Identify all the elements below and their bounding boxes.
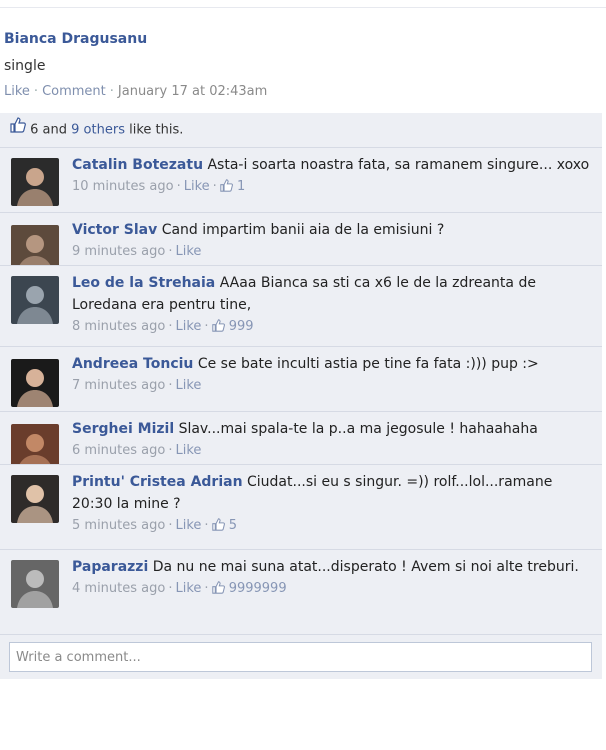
thumbs-up-icon [220, 179, 233, 192]
comment-timestamp[interactable]: 5 minutes ago [72, 518, 165, 533]
likes-count: 6 and [30, 122, 68, 138]
like-link[interactable]: Like [4, 84, 30, 99]
comment-item: Catalin Botezatu Asta-i soarta noastra f… [0, 147, 602, 212]
separator: · [168, 443, 173, 458]
comment-like-link[interactable]: Like [184, 179, 210, 194]
comment-timestamp[interactable]: 4 minutes ago [72, 581, 165, 596]
thumbs-up-icon [10, 113, 26, 147]
comment-author[interactable]: Victor Slav [72, 222, 157, 238]
thumbs-up-icon [211, 581, 225, 594]
comment-author[interactable]: Serghei Mizil [72, 421, 174, 437]
comment-author[interactable]: Leo de la Strehaia [72, 275, 215, 291]
comment-timestamp[interactable]: 6 minutes ago [72, 443, 165, 458]
comment-like-count[interactable]: 9999999 [211, 581, 287, 596]
separator: · [168, 518, 173, 533]
separator: · [212, 179, 217, 194]
like-count-value: 999 [228, 319, 254, 334]
top-divider [0, 7, 606, 8]
separator: · [168, 378, 173, 393]
comment-text: Asta-i soarta noastra fata, sa ramanem s… [207, 157, 590, 173]
comment-meta: 6 minutes ago · Like [72, 440, 592, 462]
comment-author[interactable]: Paparazzi [72, 559, 148, 575]
like-count-value: 1 [236, 179, 246, 194]
thumbs-up-icon [211, 319, 225, 332]
comment-meta: 5 minutes ago · Like · 5 [72, 515, 592, 537]
comment-item: Leo de la Strehaia AAaa Bianca sa sti ca… [0, 265, 602, 346]
comment-like-count[interactable]: 5 [211, 518, 237, 533]
post-author[interactable]: Bianca Dragusanu [4, 31, 147, 47]
composer [0, 634, 602, 679]
comment-like-link[interactable]: Like [175, 244, 201, 259]
likes-others-link[interactable]: 9 others [71, 123, 125, 138]
comment-item: Victor Slav Cand impartim banii aia de l… [0, 212, 602, 273]
comment-author[interactable]: Printu' Cristea Adrian [72, 474, 243, 490]
comment-author[interactable]: Catalin Botezatu [72, 157, 203, 173]
comment-timestamp[interactable]: 7 minutes ago [72, 378, 165, 393]
comment-link[interactable]: Comment [42, 84, 106, 99]
comment-item: Andreea Tonciu Ce se bate inculti astia … [0, 346, 602, 411]
avatar[interactable] [11, 475, 59, 523]
separator: · [33, 84, 39, 99]
separator: · [204, 319, 209, 334]
feedback-panel: 6 and 9 others like this. Catalin Boteza… [0, 113, 602, 679]
comment-text: Da nu ne mai suna atat...disperato ! Ave… [152, 559, 579, 575]
avatar[interactable] [11, 359, 59, 407]
comment-timestamp[interactable]: 9 minutes ago [72, 244, 165, 259]
comment-author[interactable]: Andreea Tonciu [72, 356, 193, 372]
avatar[interactable] [11, 560, 59, 608]
post-timestamp[interactable]: January 17 at 02:43am [118, 84, 267, 99]
thumbs-up-icon [211, 518, 225, 531]
comment-meta: 9 minutes ago · Like [72, 241, 592, 263]
separator: · [168, 319, 173, 334]
comment-input-box[interactable] [9, 642, 592, 672]
comment-meta: 8 minutes ago · Like · 999 [72, 316, 592, 338]
comment-input[interactable] [10, 643, 591, 671]
comment-timestamp[interactable]: 10 minutes ago [72, 179, 174, 194]
avatar[interactable] [11, 158, 59, 206]
separator: · [168, 581, 173, 596]
separator: · [204, 581, 209, 596]
comment-like-link[interactable]: Like [175, 518, 201, 533]
comment-item: Printu' Cristea Adrian Ciudat...si eu s … [0, 464, 602, 549]
comment-like-link[interactable]: Like [175, 443, 201, 458]
likes-summary: 6 and 9 others like this. [0, 113, 602, 147]
comment-like-count[interactable]: 1 [220, 179, 245, 194]
comment-like-link[interactable]: Like [175, 581, 201, 596]
separator: · [176, 179, 181, 194]
comment-like-count[interactable]: 999 [211, 319, 254, 334]
likes-suffix: like this. [129, 122, 184, 138]
separator: · [109, 84, 114, 99]
comment-text: Cand impartim banii aia de la emisiuni ? [161, 222, 445, 238]
comment-text: Ce se bate inculti astia pe tine fa fata… [197, 356, 539, 372]
separator: · [204, 518, 209, 533]
comment-like-link[interactable]: Like [175, 378, 201, 393]
like-count-value: 5 [228, 518, 237, 533]
post-meta: Like · Comment · January 17 at 02:43am [4, 84, 267, 99]
comment-meta: 4 minutes ago · Like · 9999999 [72, 578, 592, 600]
comment-meta: 7 minutes ago · Like [72, 375, 592, 397]
avatar[interactable] [11, 276, 59, 324]
comment-like-link[interactable]: Like [175, 319, 201, 334]
like-count-value: 9999999 [228, 581, 287, 596]
comment-item: Paparazzi Da nu ne mai suna atat...dispe… [0, 549, 602, 634]
comment-timestamp[interactable]: 8 minutes ago [72, 319, 165, 334]
comment-list: Catalin Botezatu Asta-i soarta noastra f… [0, 147, 602, 634]
post-status: single [4, 58, 46, 74]
separator: · [168, 244, 173, 259]
comment-text: Slav...mai spala-te la p..a ma jegosule … [178, 421, 538, 437]
comment-item: Serghei Mizil Slav...mai spala-te la p..… [0, 411, 602, 472]
comment-meta: 10 minutes ago · Like · 1 [72, 176, 592, 198]
